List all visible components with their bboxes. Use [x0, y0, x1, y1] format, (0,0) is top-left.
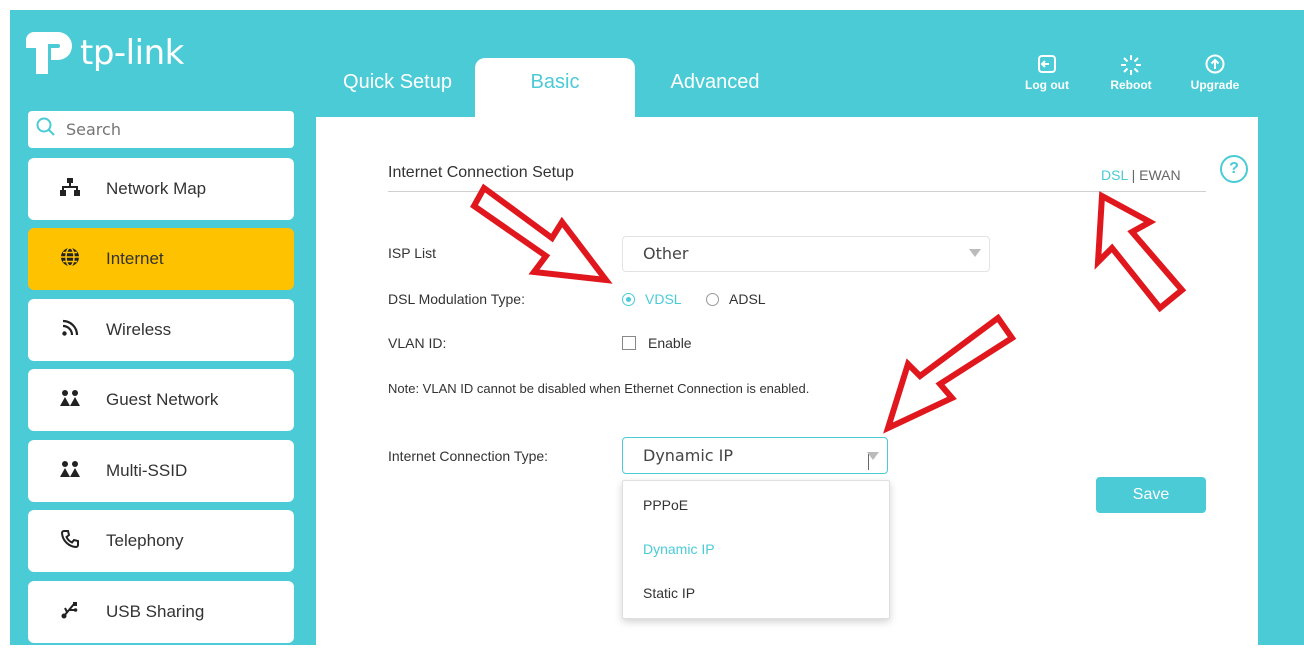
arrow-to-dsl-icon — [1094, 191, 1187, 313]
annotation-arrows — [470, 183, 1187, 434]
arrow-to-modulation-icon — [470, 183, 613, 284]
arrow-to-connection-type-icon — [883, 313, 1017, 434]
